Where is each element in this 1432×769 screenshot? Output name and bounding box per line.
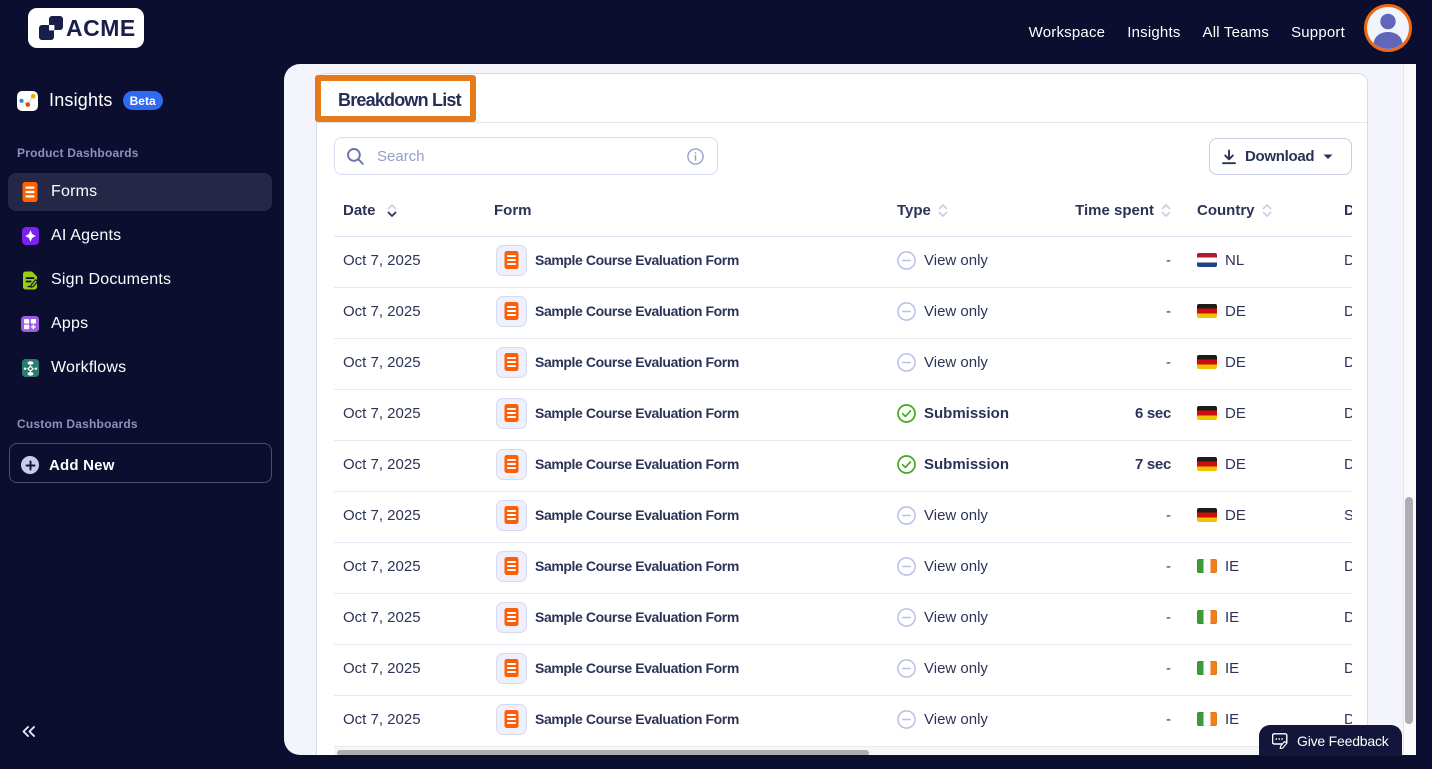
svg-text:ACME: ACME <box>66 15 136 41</box>
